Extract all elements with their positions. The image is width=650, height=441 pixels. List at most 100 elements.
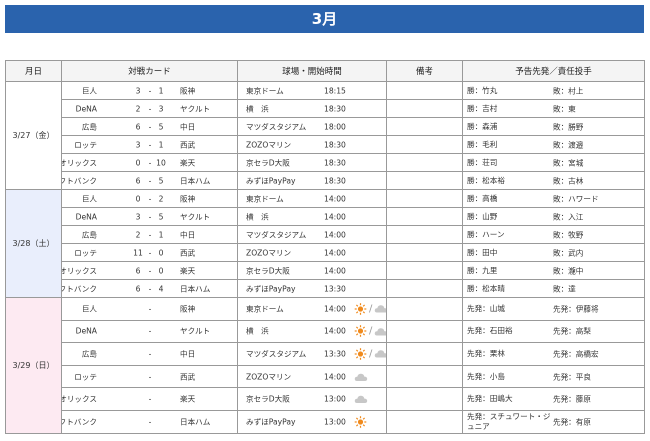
pitcher-home: 勝：吉村 — [467, 103, 498, 113]
venue-name: みずほPayPay — [246, 176, 296, 185]
score-separator: - — [148, 266, 152, 275]
matchup-cell: オリックス - 楽天 — [61, 387, 238, 411]
note-cell — [386, 225, 463, 244]
pitcher-away: 先発：高橋宏 — [553, 349, 599, 359]
date-cell: 3/28（土） — [5, 189, 62, 298]
score-separator: - — [148, 304, 152, 314]
score-separator: - — [148, 212, 152, 221]
home-team: オリックス — [61, 394, 98, 404]
venue-name: ZOZOマリン — [246, 248, 292, 257]
pitcher-home: 勝：ハーン — [467, 229, 505, 239]
away-score: 0 — [158, 248, 164, 257]
matchup-cell: ソフトバンク 6-4 日本ハム — [61, 279, 238, 298]
stadium-cell: 京セラD大阪 14:00 — [237, 261, 387, 280]
venue-name: 京セラD大阪 — [246, 266, 290, 275]
start-time: 18:30 — [324, 158, 346, 167]
score-separator: - — [148, 122, 152, 131]
away-team: 阪神 — [180, 194, 196, 203]
score-separator: - — [148, 372, 152, 382]
date-cell: 3/27（金） — [5, 81, 62, 190]
sun-icon — [354, 347, 367, 360]
home-team: ソフトバンク — [63, 417, 98, 427]
pitcher-home: 勝：田中 — [467, 247, 498, 257]
pitcher-away: 敗：武内 — [553, 248, 584, 257]
pitcher-home: 勝：松本裕 — [467, 175, 505, 185]
stadium-cell: マツダスタジアム 18:00 — [237, 117, 387, 136]
note-cell — [386, 207, 463, 226]
pitcher-away: 敗：東 — [553, 104, 576, 113]
weather-forecast: / — [354, 347, 386, 360]
score-separator: - — [148, 104, 152, 113]
note-cell — [386, 135, 463, 154]
home-team: 巨人 — [81, 304, 97, 314]
column-header-stadium: 球場・開始時間 — [237, 60, 387, 82]
pitchers-cell: 勝：田中 敗：武内 — [462, 243, 645, 262]
away-team: 西武 — [180, 372, 196, 382]
column-header-card: 対戦カード — [61, 60, 238, 82]
away-team: ヤクルト — [180, 212, 211, 221]
pitchers-cell: 勝：吉村 敗：東 — [462, 99, 645, 118]
cloud-icon — [354, 394, 368, 404]
away-score: 3 — [158, 104, 164, 113]
pitchers-cell: 勝：ハーン 敗：牧野 — [462, 225, 645, 244]
matchup-cell: 巨人 - 阪神 — [61, 297, 238, 321]
column-header-pitchers: 予告先発／責任投手 — [462, 60, 645, 82]
start-time: 18:15 — [324, 86, 346, 95]
away-score: 5 — [158, 212, 164, 221]
pitchers-cell: 勝：山野 敗：入江 — [462, 207, 645, 226]
pitcher-away: 先発：平良 — [553, 372, 591, 382]
home-team: DeNA — [75, 212, 97, 221]
stadium-cell: 横 浜 14:00 — [237, 207, 387, 226]
away-team: 日本ハム — [180, 284, 211, 293]
venue-name: みずほPayPay — [246, 284, 296, 293]
score-separator: - — [148, 326, 152, 336]
home-team: DeNA — [75, 326, 97, 336]
sun-icon — [354, 415, 367, 428]
away-score: 2 — [158, 194, 164, 203]
home-score: 0 — [135, 158, 141, 167]
matchup-cell: オリックス 6-0 楽天 — [61, 261, 238, 280]
pitcher-away: 敗：瀧中 — [553, 266, 584, 275]
cloud-icon — [374, 326, 386, 336]
start-time: 18:30 — [324, 176, 346, 185]
venue-name: ZOZOマリン — [246, 140, 292, 149]
pitcher-away: 先発：有原 — [553, 417, 591, 427]
stadium-cell: マツダスタジアム 14:00 — [237, 225, 387, 244]
pitcher-away: 敗：古林 — [553, 176, 584, 185]
matchup-cell: ロッテ 3-1 西武 — [61, 135, 238, 154]
pitcher-away: 敗：渡邉 — [553, 140, 584, 149]
matchup-cell: ロッテ - 西武 — [61, 364, 238, 389]
month-title: 3月 — [5, 5, 644, 33]
stadium-cell: みずほPayPay 13:00 — [237, 409, 387, 434]
home-score: 6 — [135, 176, 141, 185]
home-team: オリックス — [61, 266, 98, 275]
weather-separator: / — [369, 325, 373, 337]
away-team: ヤクルト — [180, 104, 211, 113]
note-cell — [386, 342, 463, 366]
start-time: 14:00 — [324, 326, 346, 336]
start-time: 13:30 — [324, 349, 346, 359]
pitchers-cell: 勝：毛利 敗：渡邉 — [462, 135, 645, 154]
home-score: 6 — [135, 284, 141, 293]
start-time: 14:00 — [324, 266, 346, 275]
start-time: 14:00 — [324, 248, 346, 257]
pitcher-home: 勝：荘司 — [467, 157, 498, 167]
pitchers-cell: 勝：荘司 敗：宮城 — [462, 153, 645, 172]
home-score: 0 — [135, 194, 141, 203]
matchup-cell: オリックス 0-10 楽天 — [61, 153, 238, 172]
pitcher-home: 勝：山野 — [467, 211, 498, 221]
table-row: ロッテ 3-1 西武 ZOZOマリン 18:30 勝：毛利 敗：渡邉 — [6, 135, 645, 154]
away-team: 阪神 — [180, 304, 196, 314]
date-cell: 3/29（日） — [5, 297, 62, 434]
venue-name: 京セラD大阪 — [246, 394, 290, 404]
venue-name: みずほPayPay — [246, 417, 296, 427]
pitcher-home: 先発：スチュワート・ジュニア — [467, 411, 551, 431]
table-header-row: 月日 対戦カード 球場・開始時間 備考 予告先発／責任投手 — [5, 60, 645, 82]
start-time: 13:30 — [324, 284, 346, 293]
stadium-cell: 東京ドーム 14:00 / — [237, 297, 387, 321]
pitcher-home: 先発：山城 — [467, 303, 505, 313]
away-team: 楽天 — [180, 266, 196, 275]
sun-icon — [354, 325, 367, 338]
home-team: DeNA — [75, 104, 97, 113]
away-team: 西武 — [180, 248, 196, 257]
